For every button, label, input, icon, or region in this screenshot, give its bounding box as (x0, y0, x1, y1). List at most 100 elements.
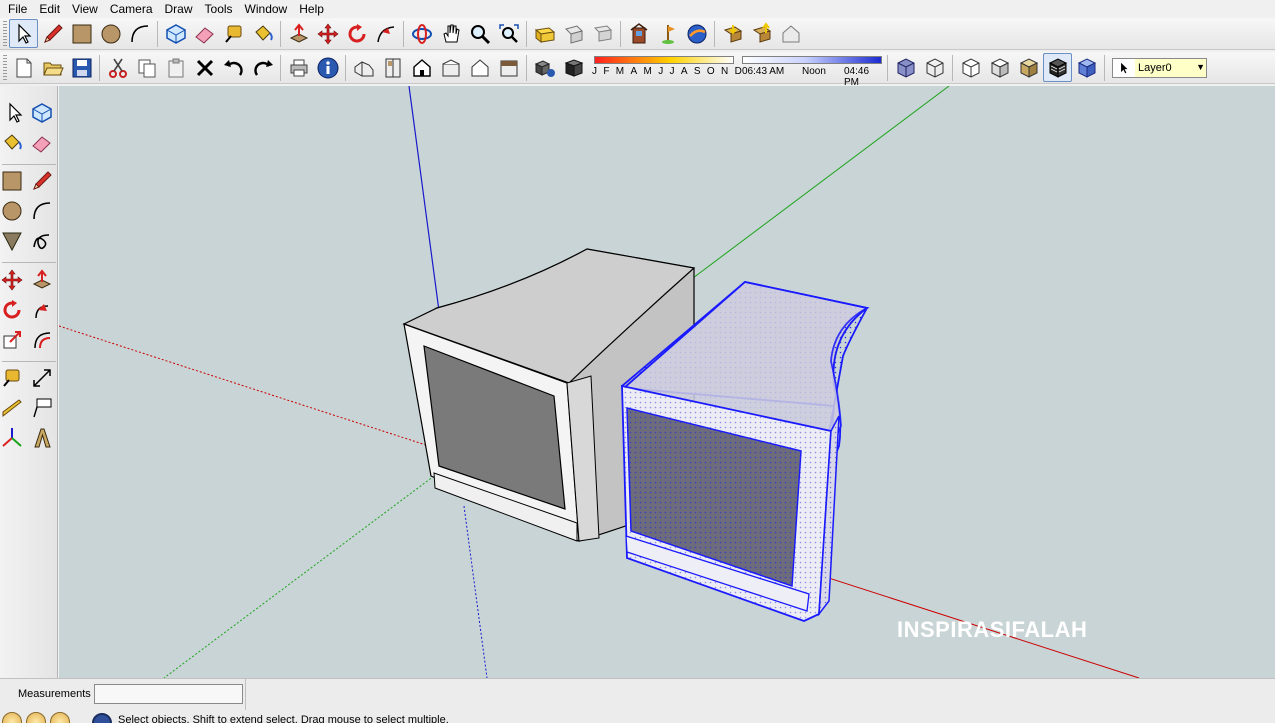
save-button[interactable] (67, 53, 96, 82)
credits-icon[interactable] (26, 712, 46, 723)
wireframe-style-button[interactable] (920, 53, 949, 82)
set-current-layer-button[interactable] (1113, 59, 1135, 77)
info-icon (317, 57, 338, 78)
menu-edit[interactable]: Edit (33, 0, 66, 18)
shadow-date-time-slider[interactable]: J F M A M J J A S O N D 06:43 AM Noon 04… (592, 53, 884, 88)
move-tool-button[interactable] (0, 265, 26, 295)
eraser-tool-button[interactable] (190, 19, 219, 48)
new-file-button[interactable] (9, 53, 38, 82)
help-icon[interactable] (92, 713, 112, 723)
paste-button[interactable] (161, 53, 190, 82)
freehand-tool-button[interactable] (28, 226, 56, 256)
rectangle-tool-button[interactable] (0, 166, 26, 196)
line-tool-button[interactable] (38, 19, 67, 48)
warehouse-home-button[interactable] (776, 19, 805, 48)
redo-button[interactable] (248, 53, 277, 82)
pan-button[interactable] (436, 19, 465, 48)
share-model-button[interactable] (559, 19, 588, 48)
make-component-button[interactable] (161, 19, 190, 48)
arc-tool-button[interactable] (125, 19, 154, 48)
month-slider-track[interactable] (594, 55, 734, 64)
axes-tool-button[interactable] (0, 423, 26, 453)
menu-window[interactable]: Window (239, 0, 294, 18)
share-component-button[interactable] (588, 19, 617, 48)
eraser-tool-button[interactable] (28, 128, 56, 158)
zoom-extents-button[interactable] (494, 19, 523, 48)
print-button[interactable] (284, 53, 313, 82)
menu-tools[interactable]: Tools (199, 0, 239, 18)
geo-location-icon[interactable] (2, 712, 22, 723)
push-pull-button[interactable] (284, 19, 313, 48)
scale-tool-button[interactable] (0, 325, 26, 355)
iso-view-button[interactable] (349, 53, 378, 82)
display-shadows-button[interactable] (559, 53, 588, 82)
text-tool-button[interactable] (28, 393, 56, 423)
get-models-alt-button[interactable] (718, 19, 747, 48)
menu-view[interactable]: View (66, 0, 104, 18)
polygon-tool-button[interactable] (0, 226, 26, 256)
rotate-tool-button[interactable] (0, 295, 26, 325)
open-file-button[interactable] (38, 53, 67, 82)
zoom-button[interactable] (465, 19, 494, 48)
get-models-button[interactable] (530, 19, 559, 48)
menu-camera[interactable]: Camera (104, 0, 159, 18)
user-icon[interactable] (50, 712, 70, 723)
xray-style-button[interactable] (891, 53, 920, 82)
paint-bucket-button[interactable] (248, 19, 277, 48)
layer-dropdown[interactable]: Layer0 ▼ (1112, 57, 1207, 78)
toolbar-grip[interactable] (3, 54, 7, 81)
add-location-button[interactable] (653, 19, 682, 48)
front-view-button[interactable] (407, 53, 436, 82)
right-view-button[interactable] (436, 53, 465, 82)
protractor-button[interactable] (0, 393, 26, 423)
make-component-button[interactable] (28, 98, 56, 128)
measurements-input[interactable] (94, 684, 243, 704)
line-tool-button[interactable] (28, 166, 56, 196)
toolbar-grip[interactable] (3, 20, 7, 47)
push-pull-button[interactable] (28, 265, 56, 295)
model-scene[interactable] (59, 86, 1275, 678)
follow-me-button[interactable] (28, 295, 56, 325)
component-icon (32, 103, 52, 123)
xray-toggle-button[interactable] (1072, 53, 1101, 82)
select-tool-button[interactable] (1, 98, 29, 128)
magnifier-icon (470, 24, 490, 44)
3d-text-button[interactable] (28, 423, 56, 453)
textured-style-button[interactable] (1014, 53, 1043, 82)
menu-file[interactable]: File (2, 0, 33, 18)
rotate-tool-button[interactable] (342, 19, 371, 48)
back-view-button[interactable] (465, 53, 494, 82)
copy-button[interactable] (132, 53, 161, 82)
menu-draw[interactable]: Draw (159, 0, 199, 18)
select-tool-button[interactable] (9, 19, 38, 48)
tape-measure-button[interactable] (219, 19, 248, 48)
tape-measure-button[interactable] (0, 363, 26, 393)
dimension-tool-button[interactable] (28, 363, 56, 393)
orbit-button[interactable] (407, 19, 436, 48)
rectangle-tool-button[interactable] (67, 19, 96, 48)
arc-tool-button[interactable] (28, 196, 56, 226)
circle-tool-button[interactable] (96, 19, 125, 48)
shaded-style-button[interactable] (985, 53, 1014, 82)
follow-me-icon (376, 25, 394, 42)
model-info-button[interactable] (313, 53, 342, 82)
menu-help[interactable]: Help (293, 0, 330, 18)
undo-button[interactable] (219, 53, 248, 82)
upload-model-button[interactable] (747, 19, 776, 48)
move-tool-button[interactable] (313, 19, 342, 48)
circle-tool-button[interactable] (0, 196, 26, 226)
hidden-line-style-button[interactable] (956, 53, 985, 82)
monochrome-style-button[interactable] (1043, 53, 1072, 82)
left-view-button[interactable] (494, 53, 523, 82)
cut-button[interactable] (103, 53, 132, 82)
shadow-settings-button[interactable] (530, 53, 559, 82)
delete-button[interactable] (190, 53, 219, 82)
offset-tool-button[interactable] (28, 325, 56, 355)
paint-bucket-button[interactable] (0, 128, 26, 158)
model-viewport[interactable]: INSPIRASIFALAH (59, 86, 1275, 678)
time-slider-track[interactable] (742, 55, 882, 64)
google-earth-button[interactable] (682, 19, 711, 48)
photo-textures-button[interactable] (624, 19, 653, 48)
follow-me-button[interactable] (371, 19, 400, 48)
top-view-button[interactable] (378, 53, 407, 82)
